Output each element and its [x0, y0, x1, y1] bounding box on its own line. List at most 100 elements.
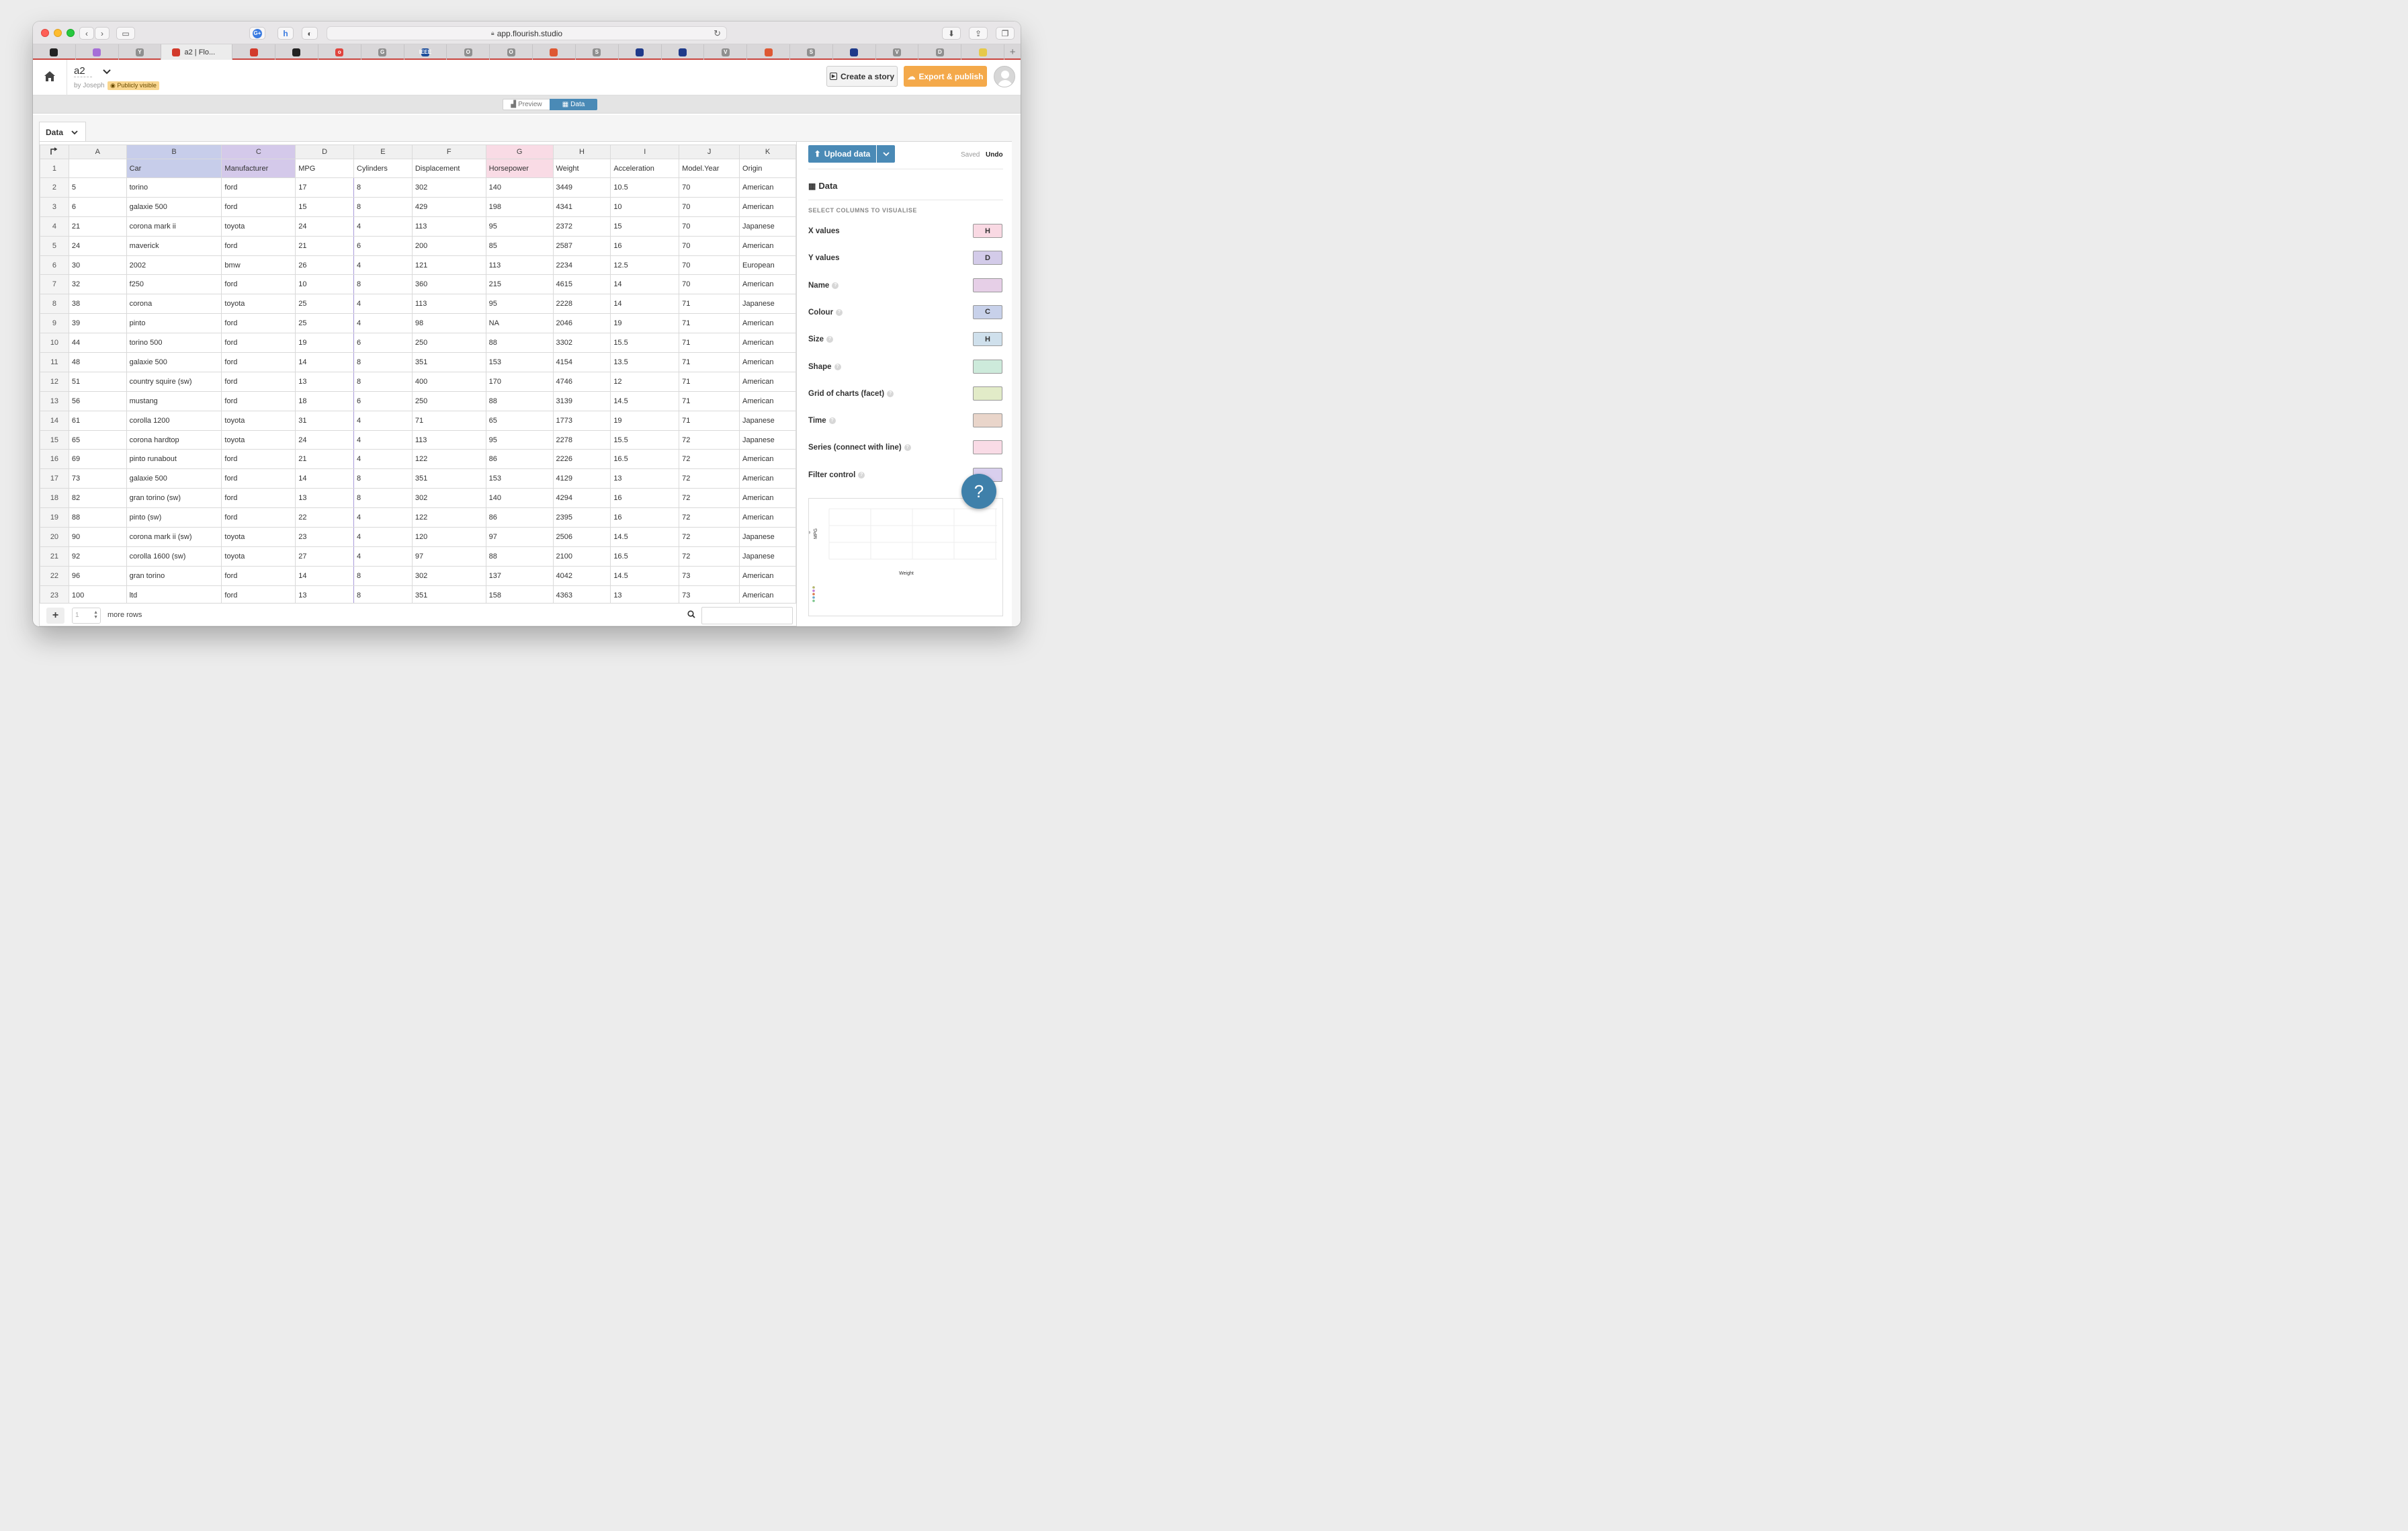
table-cell[interactable]: 250: [411, 390, 486, 411]
table-cell[interactable]: 8: [353, 274, 413, 295]
table-cell[interactable]: 4341: [552, 196, 611, 217]
table-cell[interactable]: 200: [411, 235, 486, 256]
help-icon[interactable]: ?: [832, 282, 839, 289]
binding-column-input[interactable]: C: [973, 304, 1002, 319]
browser-tab[interactable]: V: [704, 44, 748, 60]
table-cell[interactable]: 429: [411, 196, 486, 217]
table-cell[interactable]: 8: [353, 585, 413, 606]
binding-column-input[interactable]: [973, 413, 1002, 428]
browser-tab[interactable]: [833, 44, 876, 60]
table-cell[interactable]: 8: [353, 177, 413, 198]
browser-tab[interactable]: V: [876, 44, 919, 60]
table-cell[interactable]: 72: [679, 488, 740, 509]
forward-icon[interactable]: ›: [95, 27, 110, 40]
chevron-down-icon[interactable]: [103, 67, 111, 77]
table-cell[interactable]: 96: [68, 565, 127, 586]
table-cell[interactable]: gran torino (sw): [126, 488, 222, 509]
table-cell[interactable]: 71: [679, 410, 740, 431]
table-cell[interactable]: pinto runabout: [126, 449, 222, 470]
table-cell[interactable]: 2226: [552, 449, 611, 470]
table-cell[interactable]: 72: [679, 468, 740, 489]
table-cell[interactable]: 153: [485, 468, 554, 489]
table-cell[interactable]: 3449: [552, 177, 611, 198]
table-cell[interactable]: ford: [221, 371, 296, 392]
tabs-overview-icon[interactable]: ❐: [996, 27, 1015, 40]
table-cell[interactable]: 48: [68, 352, 127, 372]
table-cell[interactable]: ford: [221, 177, 296, 198]
table-cell[interactable]: 14.5: [610, 527, 680, 547]
column-letter[interactable]: H: [552, 144, 611, 159]
table-cell[interactable]: American: [739, 565, 796, 586]
table-cell[interactable]: 16.5: [610, 449, 680, 470]
table-cell[interactable]: bmw: [221, 255, 296, 276]
table-cell[interactable]: galaxie 500: [126, 468, 222, 489]
table-cell[interactable]: 113: [411, 429, 486, 450]
table-cell[interactable]: 71: [679, 371, 740, 392]
header-cell[interactable]: Acceleration: [610, 159, 680, 178]
table-cell[interactable]: 70: [679, 216, 740, 237]
table-cell[interactable]: 10.5: [610, 177, 680, 198]
help-icon[interactable]: ?: [828, 417, 836, 425]
table-cell[interactable]: corolla 1600 (sw): [126, 546, 222, 567]
table-cell[interactable]: 23: [295, 527, 354, 547]
table-cell[interactable]: torino: [126, 177, 222, 198]
table-cell[interactable]: 24: [295, 216, 354, 237]
table-cell[interactable]: 140: [485, 177, 554, 198]
table-cell[interactable]: 72: [679, 546, 740, 567]
header-cell[interactable]: Model.Year: [679, 159, 740, 178]
table-cell[interactable]: American: [739, 507, 796, 528]
table-cell[interactable]: 16: [610, 235, 680, 256]
table-cell[interactable]: corona mark ii: [126, 216, 222, 237]
table-cell[interactable]: ltd: [126, 585, 222, 606]
browser-tab[interactable]: O: [447, 44, 490, 60]
row-number[interactable]: 18: [40, 488, 69, 509]
row-number[interactable]: 8: [40, 294, 69, 315]
table-cell[interactable]: toyota: [221, 527, 296, 547]
new-tab-button[interactable]: +: [1004, 44, 1021, 60]
table-cell[interactable]: 27: [295, 546, 354, 567]
header-cell[interactable]: Horsepower: [485, 159, 554, 178]
row-number[interactable]: 12: [40, 371, 69, 392]
binding-column-input[interactable]: [973, 386, 1002, 401]
table-cell[interactable]: 122: [411, 449, 486, 470]
help-button[interactable]: ?: [961, 474, 996, 509]
table-cell[interactable]: 22: [295, 507, 354, 528]
table-cell[interactable]: American: [739, 313, 796, 334]
table-cell[interactable]: 71: [679, 313, 740, 334]
table-cell[interactable]: 360: [411, 274, 486, 295]
table-cell[interactable]: 24: [295, 429, 354, 450]
header-cell[interactable]: MPG: [295, 159, 354, 178]
table-cell[interactable]: 1773: [552, 410, 611, 431]
table-cell[interactable]: 44: [68, 333, 127, 354]
table-cell[interactable]: ford: [221, 449, 296, 470]
table-cell[interactable]: 4042: [552, 565, 611, 586]
reload-icon[interactable]: ↻: [714, 28, 721, 39]
table-cell[interactable]: 8: [353, 565, 413, 586]
table-cell[interactable]: Japanese: [739, 216, 796, 237]
row-number[interactable]: 14: [40, 410, 69, 431]
table-cell[interactable]: 21: [295, 235, 354, 256]
tab-preview[interactable]: ▟ Preview: [503, 99, 550, 110]
table-cell[interactable]: 5: [68, 177, 127, 198]
browser-tab[interactable]: [533, 44, 576, 60]
table-cell[interactable]: 16.5: [610, 546, 680, 567]
sidebar-icon[interactable]: ▭: [116, 27, 135, 40]
browser-tab[interactable]: a2 | Flo...: [161, 44, 233, 60]
binding-column-input[interactable]: [973, 359, 1002, 374]
table-cell[interactable]: 69: [68, 449, 127, 470]
table-cell[interactable]: 13: [295, 488, 354, 509]
table-cell[interactable]: 4: [353, 507, 413, 528]
column-letter[interactable]: K: [739, 144, 796, 159]
table-cell[interactable]: 72: [679, 527, 740, 547]
table-cell[interactable]: 86: [485, 507, 554, 528]
project-title[interactable]: a2: [74, 65, 92, 77]
help-icon[interactable]: ?: [826, 336, 834, 343]
table-cell[interactable]: ford: [221, 507, 296, 528]
table-cell[interactable]: 95: [485, 216, 554, 237]
avatar[interactable]: [994, 66, 1015, 87]
column-letter[interactable]: A: [68, 144, 127, 159]
table-cell[interactable]: 14: [295, 352, 354, 372]
table-cell[interactable]: ford: [221, 274, 296, 295]
table-cell[interactable]: 17: [295, 177, 354, 198]
sheet-tab[interactable]: Data: [39, 122, 86, 142]
